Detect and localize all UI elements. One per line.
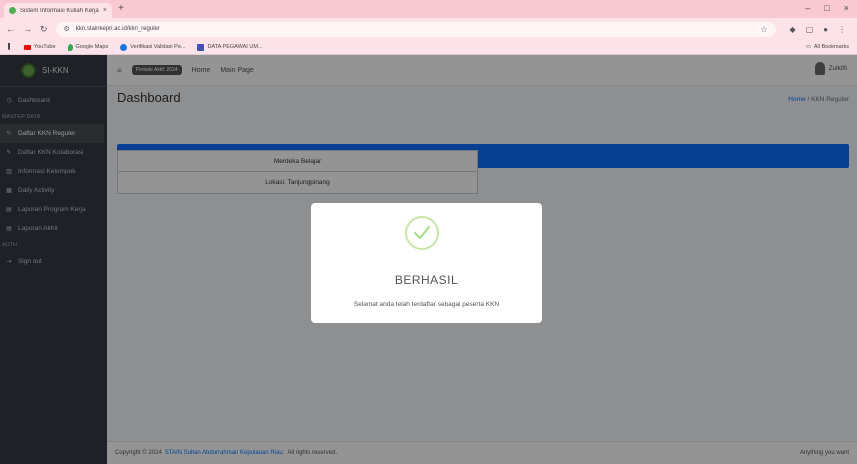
- apps-icon[interactable]: ▌: [8, 44, 12, 50]
- url-text: kkn.stainkepri.ac.id/kkn_reguler: [75, 26, 160, 32]
- bookmark-label: Verifikasi Validasi Pe...: [130, 44, 186, 50]
- modal-message: Selamat anda telah terdaftar sebagai pes…: [353, 301, 500, 308]
- all-bookmarks[interactable]: ▭ All Bookmarks: [806, 44, 849, 50]
- bookmark-verifikasi[interactable]: Verifikasi Validasi Pe...: [120, 43, 186, 51]
- bookmark-data-pegawai[interactable]: DATA PEGAWAI UM...: [197, 43, 263, 51]
- menu-icon[interactable]: ⋮: [838, 25, 846, 34]
- tab-close-icon[interactable]: ×: [103, 7, 107, 14]
- sidepanel-icon[interactable]: ▢: [806, 25, 814, 34]
- checkmark-icon: [414, 226, 430, 239]
- document-icon: [197, 43, 205, 51]
- url-field[interactable]: ⚙ kkn.stainkepri.ac.id/kkn_reguler ☆: [55, 21, 776, 37]
- success-check-icon: [405, 216, 439, 250]
- bookmark-google-maps[interactable]: Google Maps: [67, 43, 109, 51]
- maximize-button[interactable]: □: [824, 3, 829, 13]
- all-bookmarks-label: All Bookmarks: [813, 44, 849, 50]
- globe-icon: [120, 43, 128, 51]
- bookmark-youtube[interactable]: YouTube: [23, 44, 56, 50]
- favicon-icon: [9, 7, 16, 14]
- map-pin-icon: [67, 43, 73, 51]
- new-tab-button[interactable]: +: [118, 3, 124, 14]
- address-bar-row: ← → ↻ ⚙ kkn.stainkepri.ac.id/kkn_reguler…: [0, 18, 857, 40]
- youtube-icon: [23, 44, 31, 50]
- close-window-button[interactable]: ×: [844, 3, 849, 13]
- bookmarks-bar: ▌ YouTube Google Maps Verifikasi Validas…: [0, 40, 857, 55]
- bookmark-star-icon[interactable]: ☆: [760, 25, 767, 34]
- profile-icon[interactable]: ●: [823, 25, 828, 34]
- forward-icon[interactable]: →: [23, 24, 32, 34]
- bookmark-label: YouTube: [33, 44, 56, 50]
- folder-icon: ▭: [805, 44, 811, 50]
- bookmark-label: DATA PEGAWAI UM...: [207, 44, 263, 50]
- bookmark-label: Google Maps: [75, 44, 109, 50]
- modal-title: BERHASIL: [394, 273, 459, 287]
- tab-title: Sistem Informasi Kuliah Kerja N: [20, 7, 99, 14]
- extension-icon[interactable]: ◆: [790, 25, 796, 34]
- site-info-icon[interactable]: ⚙: [64, 25, 70, 33]
- reload-icon[interactable]: ↻: [40, 24, 48, 35]
- success-modal: BERHASIL Selamat anda telah terdaftar se…: [311, 203, 542, 323]
- toolbar-icons: ◆ ▢ ● ⋮: [790, 25, 847, 34]
- browser-titlebar: Sistem Informasi Kuliah Kerja N × + – □ …: [0, 0, 857, 18]
- back-icon[interactable]: ←: [6, 24, 15, 34]
- minimize-button[interactable]: –: [805, 3, 810, 13]
- browser-tab[interactable]: Sistem Informasi Kuliah Kerja N ×: [4, 3, 112, 18]
- window-controls: – □ ×: [805, 3, 849, 13]
